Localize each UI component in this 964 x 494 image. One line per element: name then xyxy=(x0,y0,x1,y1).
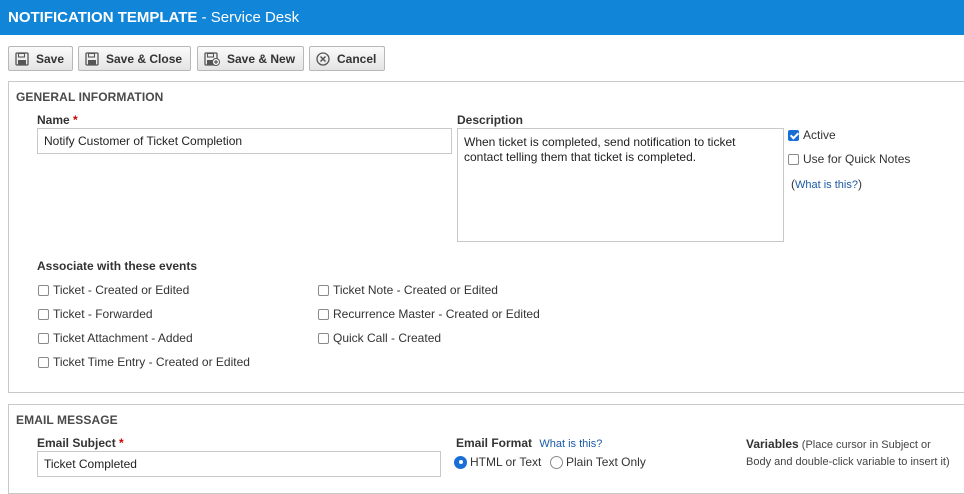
variables-label: Variables xyxy=(746,437,799,451)
window-title: NOTIFICATION TEMPLATE xyxy=(8,9,198,26)
event-label: Ticket Time Entry - Created or Edited xyxy=(53,355,250,369)
description-textarea[interactable]: When ticket is completed, send notificat… xyxy=(457,128,784,242)
save-and-new-button[interactable]: Save & New xyxy=(197,46,305,71)
toolbar: Save Save & Close Save & New Cancel xyxy=(0,35,964,80)
event-checkbox[interactable]: Ticket Time Entry - Created or Edited xyxy=(38,355,250,369)
window-subtitle: Service Desk xyxy=(210,9,300,26)
event-checkbox[interactable]: Ticket Note - Created or Edited xyxy=(318,283,498,297)
email-subject-label-text: Email Subject xyxy=(37,436,116,450)
what-is-this-link[interactable]: What is this? xyxy=(795,179,858,191)
event-label: Quick Call - Created xyxy=(333,331,442,345)
name-label-text: Name xyxy=(37,113,70,127)
checkbox-checked[interactable] xyxy=(788,129,799,141)
events-label: Associate with these events xyxy=(37,259,198,273)
save-and-close-label: Save & Close xyxy=(106,51,183,66)
checkbox-unchecked[interactable] xyxy=(318,308,329,320)
checkbox-unchecked[interactable] xyxy=(38,284,49,296)
event-label: Ticket Attachment - Added xyxy=(53,331,193,345)
title-separator: - xyxy=(197,9,211,26)
event-checkbox[interactable]: Quick Call - Created xyxy=(318,331,441,345)
cancel-circle-icon xyxy=(316,51,330,66)
floppy-disk-icon xyxy=(15,51,29,66)
quick-notes-label: Use for Quick Notes xyxy=(803,152,911,166)
what-is-this-wrapper: (What is this?) xyxy=(791,177,862,191)
checkbox-unchecked[interactable] xyxy=(38,308,49,320)
email-subject-label: Email Subject * xyxy=(37,436,124,450)
quick-notes-checkbox[interactable]: Use for Quick Notes xyxy=(788,152,910,166)
event-checkbox[interactable]: Recurrence Master - Created or Edited xyxy=(318,307,540,321)
email-format-label-text: Email Format xyxy=(456,436,533,450)
required-marker: * xyxy=(119,436,124,450)
email-format-label: Email Format What is this? xyxy=(456,436,602,450)
save-button[interactable]: Save xyxy=(8,46,74,71)
event-checkbox[interactable]: Ticket - Forwarded xyxy=(38,307,153,321)
cancel-button[interactable]: Cancel xyxy=(309,46,386,71)
name-input[interactable]: Notify Customer of Ticket Completion xyxy=(37,128,452,154)
section-heading: EMAIL MESSAGE xyxy=(16,413,118,427)
variables-help: Variables (Place cursor in Subject or Bo… xyxy=(746,436,956,471)
radio-selected[interactable] xyxy=(454,455,467,469)
checkbox-unchecked[interactable] xyxy=(788,153,799,165)
active-label: Active xyxy=(803,128,836,142)
event-label: Recurrence Master - Created or Edited xyxy=(333,307,540,321)
save-and-new-label: Save & New xyxy=(227,51,296,66)
format-option-label: Plain Text Only xyxy=(566,455,646,469)
checkbox-unchecked[interactable] xyxy=(318,332,329,344)
cancel-button-label: Cancel xyxy=(337,51,377,66)
name-label: Name * xyxy=(37,113,78,127)
event-checkbox[interactable]: Ticket Attachment - Added xyxy=(38,331,193,345)
paren-close: ) xyxy=(857,177,862,191)
save-and-close-button[interactable]: Save & Close xyxy=(78,46,192,71)
event-label: Ticket - Forwarded xyxy=(53,307,153,321)
checkbox-unchecked[interactable] xyxy=(318,284,329,296)
window-title-bar: NOTIFICATION TEMPLATE - Service Desk xyxy=(0,0,964,35)
radio-unselected[interactable] xyxy=(550,455,563,469)
checkbox-unchecked[interactable] xyxy=(38,356,49,368)
event-checkbox[interactable]: Ticket - Created or Edited xyxy=(38,283,189,297)
event-label: Ticket - Created or Edited xyxy=(53,283,190,297)
email-message-section: EMAIL MESSAGE Email Subject * Ticket Com… xyxy=(8,404,964,494)
required-marker: * xyxy=(73,113,78,127)
email-format-help-link[interactable]: What is this? xyxy=(539,438,602,450)
event-label: Ticket Note - Created or Edited xyxy=(333,283,498,297)
section-heading: GENERAL INFORMATION xyxy=(16,90,164,104)
format-radio-plain-text[interactable]: Plain Text Only xyxy=(550,455,646,469)
floppy-disk-icon xyxy=(85,51,99,66)
checkbox-unchecked[interactable] xyxy=(38,332,49,344)
email-subject-input[interactable]: Ticket Completed xyxy=(37,451,441,477)
description-label: Description xyxy=(457,113,524,127)
floppy-disk-plus-icon xyxy=(204,51,220,66)
format-option-label: HTML or Text xyxy=(470,455,542,469)
save-button-label: Save xyxy=(36,51,65,66)
general-information-section: GENERAL INFORMATION Name * Notify Custom… xyxy=(8,81,964,393)
active-checkbox[interactable]: Active xyxy=(788,128,836,142)
format-radio-html[interactable]: HTML or Text xyxy=(454,455,541,469)
